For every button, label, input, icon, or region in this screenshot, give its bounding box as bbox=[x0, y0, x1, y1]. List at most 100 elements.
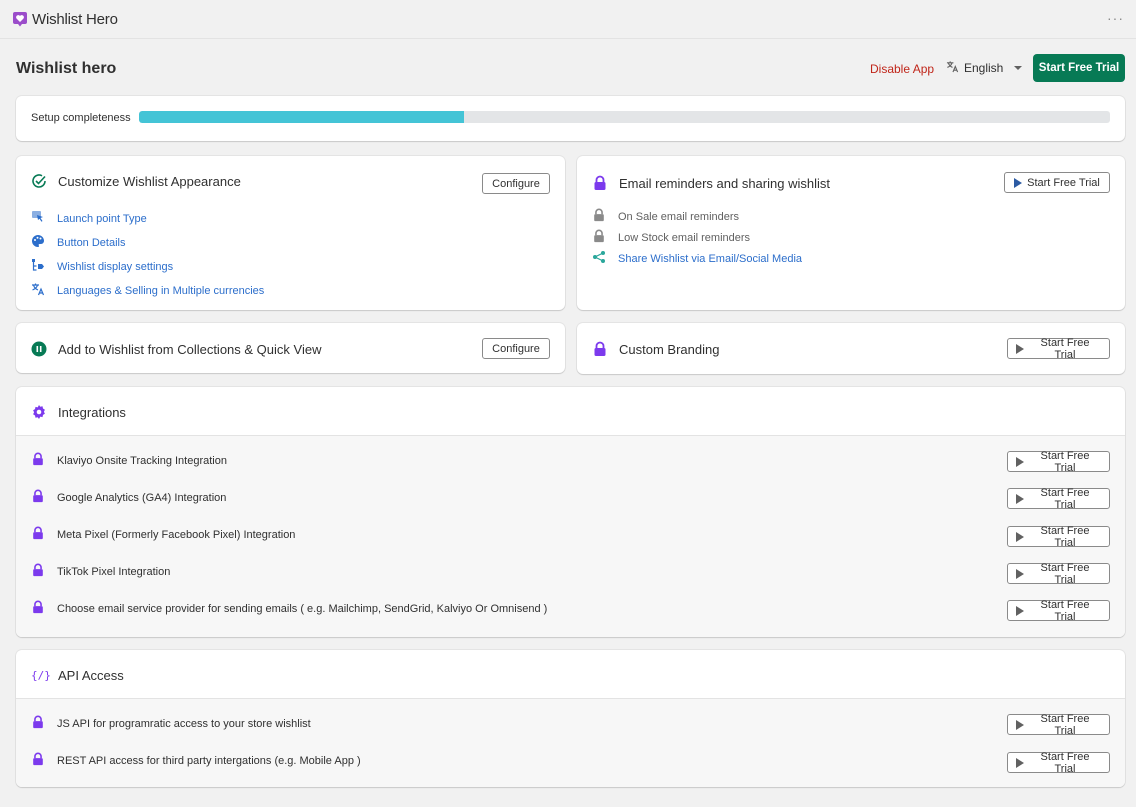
item-label: TikTok Pixel Integration bbox=[57, 565, 171, 578]
setup-progress-card: Setup completeness bbox=[16, 96, 1125, 141]
app-name: Wishlist Hero bbox=[32, 10, 118, 28]
more-options-icon[interactable]: ··· bbox=[1107, 10, 1124, 26]
feature-on-sale: On Sale email reminders bbox=[592, 208, 739, 225]
cursor-icon bbox=[31, 210, 45, 227]
start-free-trial-button[interactable]: Start Free Trial bbox=[1007, 524, 1110, 549]
list-item: JS API for programratic access to your s… bbox=[31, 715, 311, 732]
language-label: English bbox=[964, 61, 1004, 75]
integrations-list: Klaviyo Onsite Tracking Integration Star… bbox=[16, 436, 1125, 637]
lock-icon bbox=[592, 341, 608, 357]
start-free-trial-button[interactable]: Start Free Trial bbox=[1007, 598, 1110, 623]
list-item: REST API access for third party intergat… bbox=[31, 752, 361, 769]
custom-branding-title: Custom Branding bbox=[619, 341, 720, 357]
play-icon bbox=[1016, 531, 1024, 542]
setup-completeness-label: Setup completeness bbox=[31, 112, 131, 124]
feature-label: Share Wishlist via Email/Social Media bbox=[618, 252, 803, 265]
chevron-down-icon bbox=[1014, 66, 1023, 70]
link-languages[interactable]: Languages & Selling in Multiple currenci… bbox=[31, 282, 264, 299]
lock-icon bbox=[592, 229, 606, 246]
collections-card: Add to Wishlist from Collections & Quick… bbox=[16, 323, 565, 373]
progress-bar-fill bbox=[139, 111, 465, 123]
collections-title: Add to Wishlist from Collections & Quick… bbox=[58, 341, 322, 357]
email-reminders-card: Email reminders and sharing wishlist Sta… bbox=[577, 156, 1125, 310]
button-label: Start Free Trial bbox=[1040, 524, 1090, 549]
start-free-trial-button[interactable]: Start Free Trial bbox=[1033, 54, 1125, 82]
link-button-details[interactable]: Button Details bbox=[31, 234, 125, 251]
api-access-title: API Access bbox=[58, 667, 124, 683]
link-label: Launch point Type bbox=[57, 212, 147, 225]
play-icon bbox=[1016, 757, 1024, 768]
configure-button[interactable]: Configure bbox=[482, 338, 550, 359]
gear-icon bbox=[31, 404, 47, 420]
button-label: Start Free Trial bbox=[1040, 336, 1090, 361]
customize-card: Customize Wishlist Appearance Configure … bbox=[16, 156, 565, 310]
progress-bar bbox=[139, 111, 1110, 123]
item-label: Klaviyo Onsite Tracking Integration bbox=[57, 454, 227, 467]
tag-list-icon bbox=[31, 258, 45, 275]
page-title: Wishlist hero bbox=[16, 60, 117, 77]
play-icon bbox=[1016, 343, 1024, 354]
play-icon bbox=[1016, 605, 1024, 616]
list-item: Choose email service provider for sendin… bbox=[31, 600, 547, 617]
translate-icon bbox=[946, 60, 959, 76]
start-free-trial-button[interactable]: Start Free Trial bbox=[1007, 336, 1110, 361]
start-free-trial-button[interactable]: Start Free Trial bbox=[1007, 449, 1110, 474]
item-label: Meta Pixel (Formerly Facebook Pixel) Int… bbox=[57, 528, 296, 541]
list-item: Meta Pixel (Formerly Facebook Pixel) Int… bbox=[31, 526, 295, 543]
api-list: JS API for programratic access to your s… bbox=[16, 699, 1125, 787]
email-reminders-title: Email reminders and sharing wishlist bbox=[619, 175, 830, 191]
lock-icon bbox=[31, 526, 45, 543]
integrations-title: Integrations bbox=[58, 404, 126, 420]
customize-title: Customize Wishlist Appearance bbox=[58, 173, 241, 189]
button-label: Start Free Trial bbox=[1027, 176, 1100, 189]
item-label: Choose email service provider for sendin… bbox=[57, 602, 548, 615]
app-bar: Wishlist Hero ··· bbox=[0, 0, 1136, 39]
feature-label: Low Stock email reminders bbox=[618, 231, 751, 244]
list-item: Google Analytics (GA4) Integration bbox=[31, 489, 226, 506]
custom-branding-card: Custom Branding Start Free Trial bbox=[577, 323, 1125, 374]
integrations-card: Integrations Klaviyo Onsite Tracking Int… bbox=[16, 387, 1125, 637]
wishlist-heart-icon bbox=[12, 11, 28, 27]
button-label: Start Free Trial bbox=[1040, 750, 1090, 775]
configure-button[interactable]: Configure bbox=[482, 173, 550, 194]
translate-icon bbox=[31, 282, 45, 299]
lock-icon bbox=[31, 752, 45, 769]
list-item: Klaviyo Onsite Tracking Integration bbox=[31, 452, 227, 469]
link-launch-point[interactable]: Launch point Type bbox=[31, 210, 147, 227]
button-label: Start Free Trial bbox=[1040, 486, 1090, 511]
disable-app-link[interactable]: Disable App bbox=[870, 62, 934, 76]
button-label: Start Free Trial bbox=[1040, 712, 1090, 737]
play-icon bbox=[1016, 568, 1024, 579]
lock-icon bbox=[592, 175, 608, 191]
play-icon bbox=[1016, 493, 1024, 504]
code-braces-icon: {/} bbox=[31, 668, 51, 682]
lock-icon bbox=[31, 715, 45, 732]
item-label: JS API for programratic access to your s… bbox=[57, 717, 311, 730]
feature-label: On Sale email reminders bbox=[618, 210, 740, 223]
play-icon bbox=[1016, 456, 1024, 467]
start-free-trial-button[interactable]: Start Free Trial bbox=[1004, 172, 1110, 193]
link-label: Wishlist display settings bbox=[57, 260, 174, 273]
check-circle-icon bbox=[31, 173, 47, 189]
start-free-trial-button[interactable]: Start Free Trial bbox=[1007, 486, 1110, 511]
start-free-trial-button[interactable]: Start Free Trial bbox=[1007, 750, 1110, 775]
item-label: Google Analytics (GA4) Integration bbox=[57, 491, 227, 504]
language-selector[interactable]: English bbox=[946, 60, 1023, 76]
palette-icon bbox=[31, 234, 45, 251]
start-free-trial-button[interactable]: Start Free Trial bbox=[1007, 712, 1110, 737]
lock-icon bbox=[31, 600, 45, 617]
button-label: Start Free Trial bbox=[1040, 598, 1090, 623]
feature-share[interactable]: Share Wishlist via Email/Social Media bbox=[592, 250, 802, 267]
link-display-settings[interactable]: Wishlist display settings bbox=[31, 258, 173, 275]
button-label: Start Free Trial bbox=[1040, 449, 1090, 474]
play-icon bbox=[1014, 177, 1023, 188]
button-label: Start Free Trial bbox=[1040, 561, 1090, 586]
item-label: REST API access for third party intergat… bbox=[57, 754, 361, 767]
pause-circle-icon bbox=[31, 341, 47, 357]
lock-icon bbox=[31, 563, 45, 580]
list-item: TikTok Pixel Integration bbox=[31, 563, 170, 580]
api-access-card: {/} API Access JS API for programratic a… bbox=[16, 650, 1125, 787]
play-icon bbox=[1016, 719, 1024, 730]
share-icon bbox=[592, 250, 606, 267]
start-free-trial-button[interactable]: Start Free Trial bbox=[1007, 561, 1110, 586]
